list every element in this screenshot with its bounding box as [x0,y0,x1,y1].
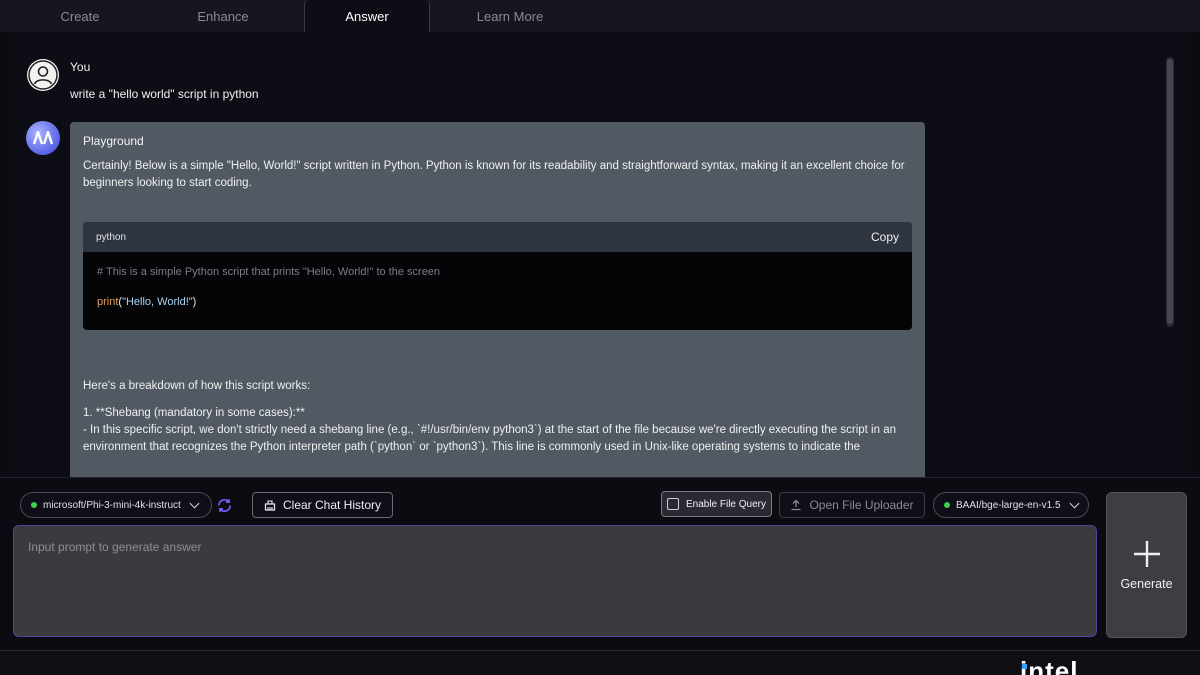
model-status-dot-icon [31,502,37,508]
embedding-status-dot-icon [944,502,950,508]
clear-chat-history-label: Clear Chat History [282,498,382,512]
code-comment-line: # This is a simple Python script that pr… [97,266,441,278]
enable-file-query-toggle[interactable]: Enable File Query [661,491,772,517]
user-message: write a "hello world" script in python [70,87,259,101]
brand-logo-dot-icon [1022,664,1027,669]
user-name: You [70,60,91,74]
embedding-select-value: BAAI/bge-large-en-v1.5 [956,499,1061,511]
user-avatar-icon [27,59,59,91]
tab-answer[interactable]: Answer [304,0,430,32]
model-select[interactable]: microsoft/Phi-3-mini-4k-instruct [20,492,212,518]
brand-logo: intel [1020,656,1079,675]
panel-divider [0,477,1200,478]
plus-icon [1133,541,1160,567]
generate-label: Generate [1120,577,1173,591]
prompt-input[interactable] [13,525,1097,637]
code-print-line: print("Hello, World!") [97,296,898,308]
chat-panel: You write a "hello world" script in pyth… [8,32,1192,477]
chat-scrollbar-thumb[interactable] [1167,59,1173,324]
assistant-name: Playground [83,134,144,148]
copy-button[interactable]: Copy [871,230,899,244]
embedding-model-select[interactable]: BAAI/bge-large-en-v1.5 [933,492,1089,518]
assistant-intro-text: Certainly! Below is a simple "Hello, Wor… [83,160,905,189]
broom-icon [264,500,276,511]
assistant-breakdown: Here's a breakdown of how this script wo… [83,378,913,456]
code-block: python Copy # This is a simple Python sc… [83,222,912,330]
code-block-header: python Copy [83,222,912,252]
checkbox-icon[interactable] [666,498,679,510]
model-select-value: microsoft/Phi-3-mini-4k-instruct [43,499,181,511]
code-content: # This is a simple Python script that pr… [83,252,912,322]
refresh-icon[interactable] [215,496,233,514]
tab-bar: Create Enhance Answer Learn More [0,0,1200,32]
chevron-down-icon [1069,498,1079,508]
assistant-avatar-icon [26,121,60,155]
clear-chat-history-button[interactable]: Clear Chat History [252,492,393,518]
tab-learn-more[interactable]: Learn More [447,0,573,32]
tab-create[interactable]: Create [17,0,143,32]
breakdown-point-title: 1. **Shebang (mandatory in some cases):*… [83,407,305,419]
chevron-down-icon [189,498,200,508]
code-language-label: python [96,231,127,243]
open-file-uploader-button[interactable]: Open File Uploader [779,492,925,518]
breakdown-intro: Here's a breakdown of how this script wo… [83,380,311,392]
code-function-name: print [97,296,119,308]
enable-file-query-label: Enable File Query [685,498,767,510]
generate-button[interactable]: Generate [1106,492,1187,638]
assistant-message: Playground Certainly! Below is a simple … [70,122,925,477]
tab-enhance[interactable]: Enhance [160,0,286,32]
breakdown-point-body: - In this specific script, we don't stri… [83,424,896,453]
open-file-uploader-label: Open File Uploader [809,498,914,512]
code-string-literal: "Hello, World!" [122,296,193,308]
code-close-paren: ) [192,296,197,308]
upload-icon [791,499,801,511]
